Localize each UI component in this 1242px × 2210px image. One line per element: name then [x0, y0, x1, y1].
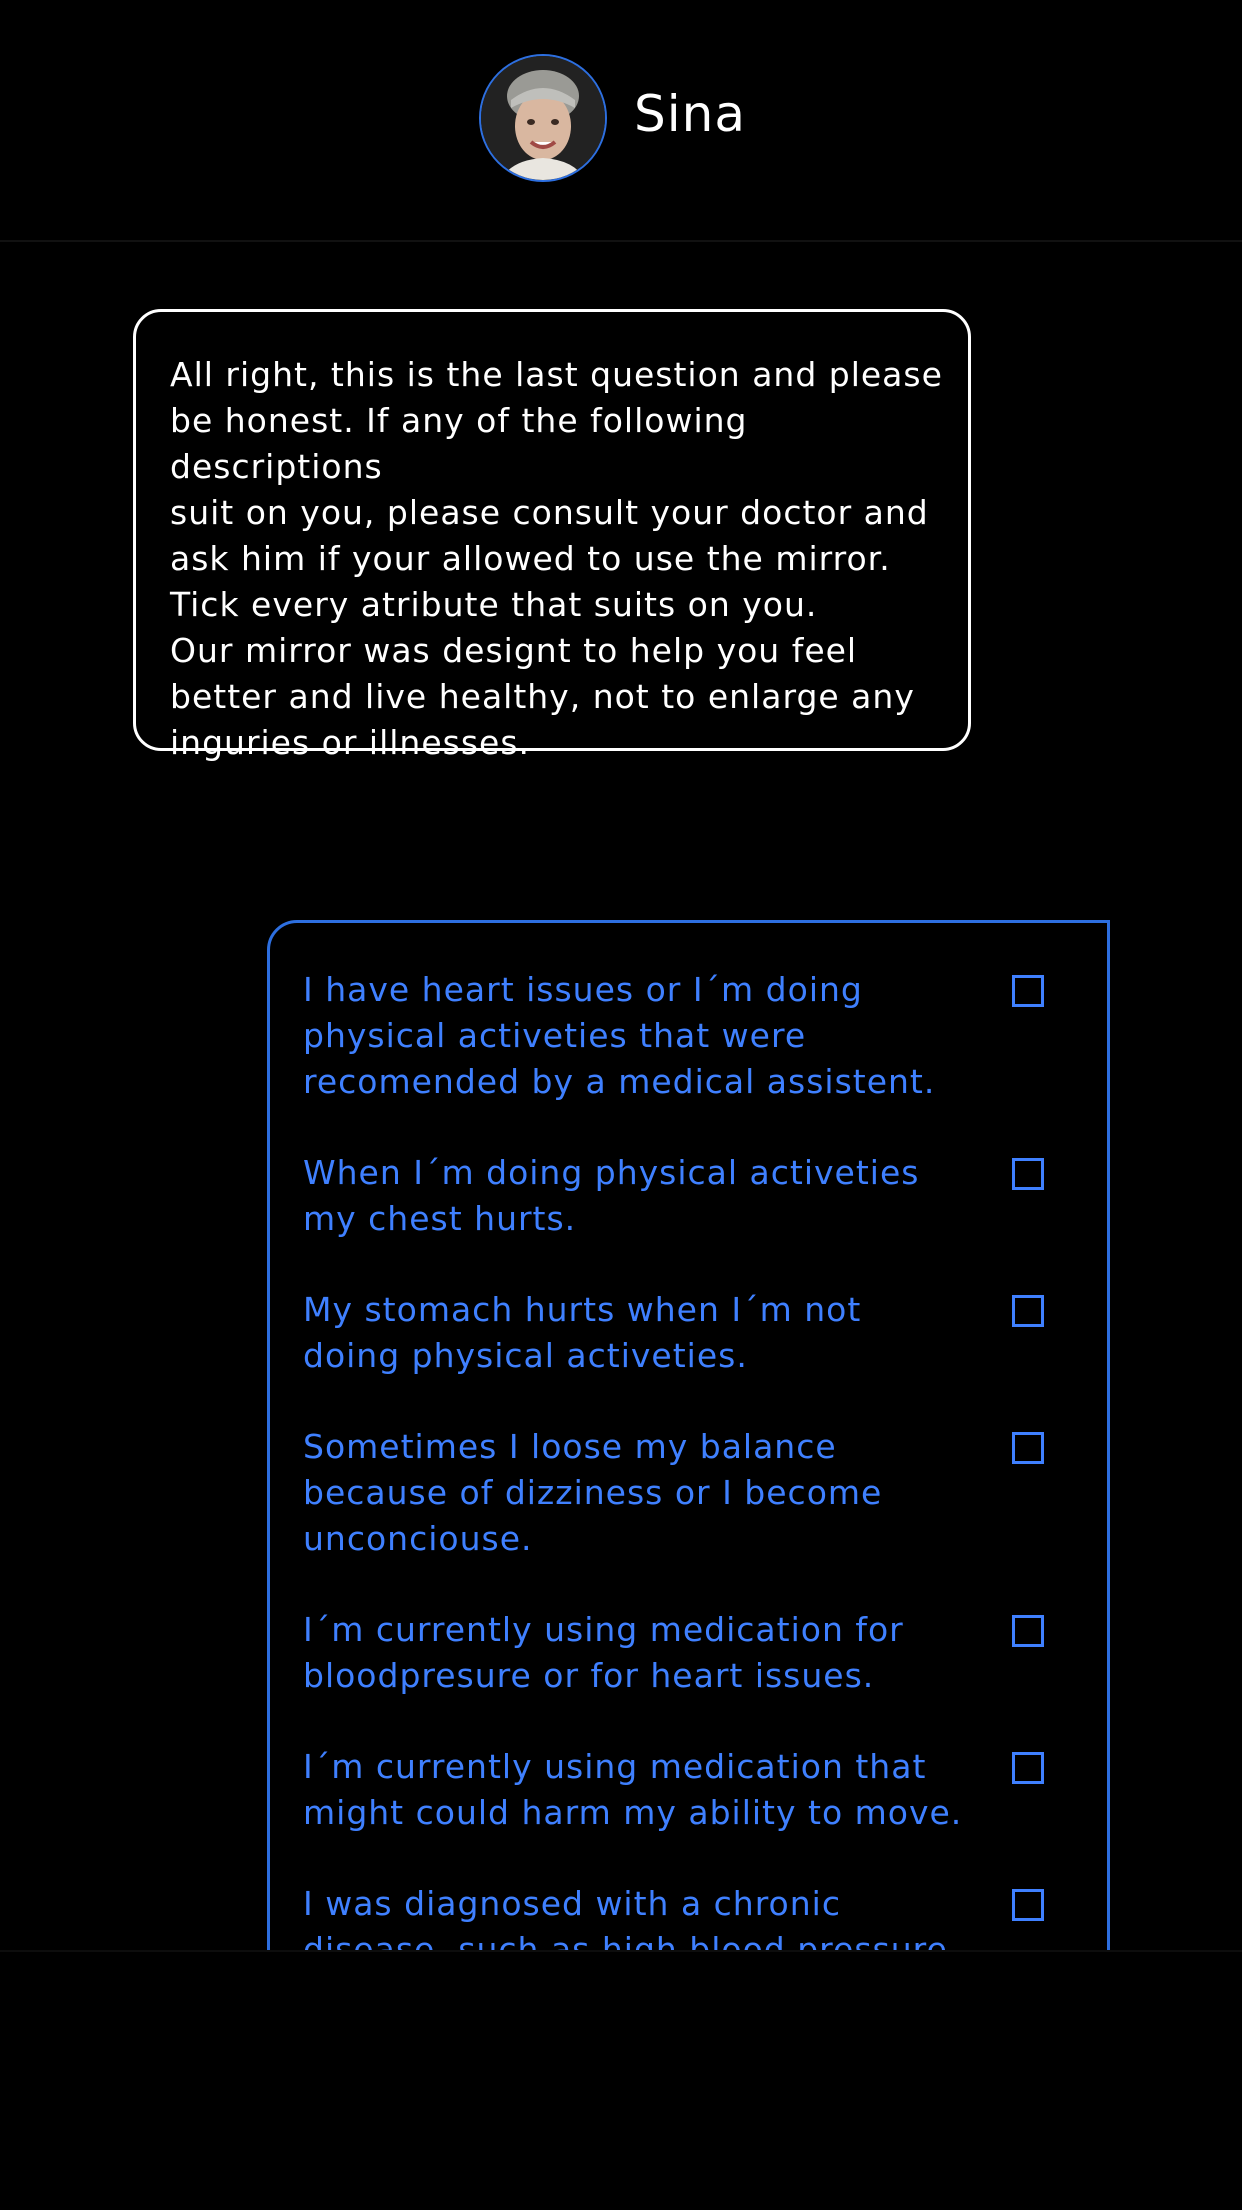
checklist-item-label: My stomach hurts when I´m not doing phys… [303, 1290, 862, 1375]
checkbox[interactable] [1012, 1889, 1044, 1921]
checkbox[interactable] [1012, 1432, 1044, 1464]
chat-partner-name: Sina [634, 85, 746, 143]
checklist-item-label: I was diagnosed with a chronic disease, … [303, 1884, 948, 1950]
chat-scroll-area[interactable]: Sina All right, this is the last questio… [0, 0, 1242, 1950]
checklist-item[interactable]: I was diagnosed with a chronic disease, … [303, 1881, 1083, 1950]
checkbox[interactable] [1012, 1615, 1044, 1647]
checklist-item-label: I´m currently using medication that migh… [303, 1747, 963, 1832]
bottom-bar [0, 1950, 1242, 2210]
chat-header: Sina [0, 0, 1242, 242]
bot-message-text: All right, this is the last question and… [170, 355, 943, 762]
bot-message-bubble: All right, this is the last question and… [133, 309, 971, 762]
checkbox[interactable] [1012, 1158, 1044, 1190]
user-avatar[interactable] [479, 54, 607, 182]
checklist-item-label: When I´m doing physical activeties my ch… [303, 1153, 920, 1238]
avatar-photo-icon [481, 56, 605, 180]
health-checklist-panel: I have heart issues or I´m doing physica… [267, 920, 1110, 1950]
checklist-item[interactable]: Sometimes I loose my balance because of … [303, 1424, 1083, 1562]
checklist-item[interactable]: My stomach hurts when I´m not doing phys… [303, 1287, 1083, 1379]
checklist-item-label: I´m currently using medication for blood… [303, 1610, 904, 1695]
checkbox[interactable] [1012, 975, 1044, 1007]
checklist-item[interactable]: I´m currently using medication for blood… [303, 1607, 1083, 1699]
checklist-item[interactable]: When I´m doing physical activeties my ch… [303, 1150, 1083, 1242]
checklist-item-label: Sometimes I loose my balance because of … [303, 1427, 883, 1558]
checkbox[interactable] [1012, 1295, 1044, 1327]
checklist-item-label: I have heart issues or I´m doing physica… [303, 970, 936, 1101]
checkbox[interactable] [1012, 1752, 1044, 1784]
checklist-item[interactable]: I have heart issues or I´m doing physica… [303, 967, 1083, 1105]
checklist-item[interactable]: I´m currently using medication that migh… [303, 1744, 1083, 1836]
